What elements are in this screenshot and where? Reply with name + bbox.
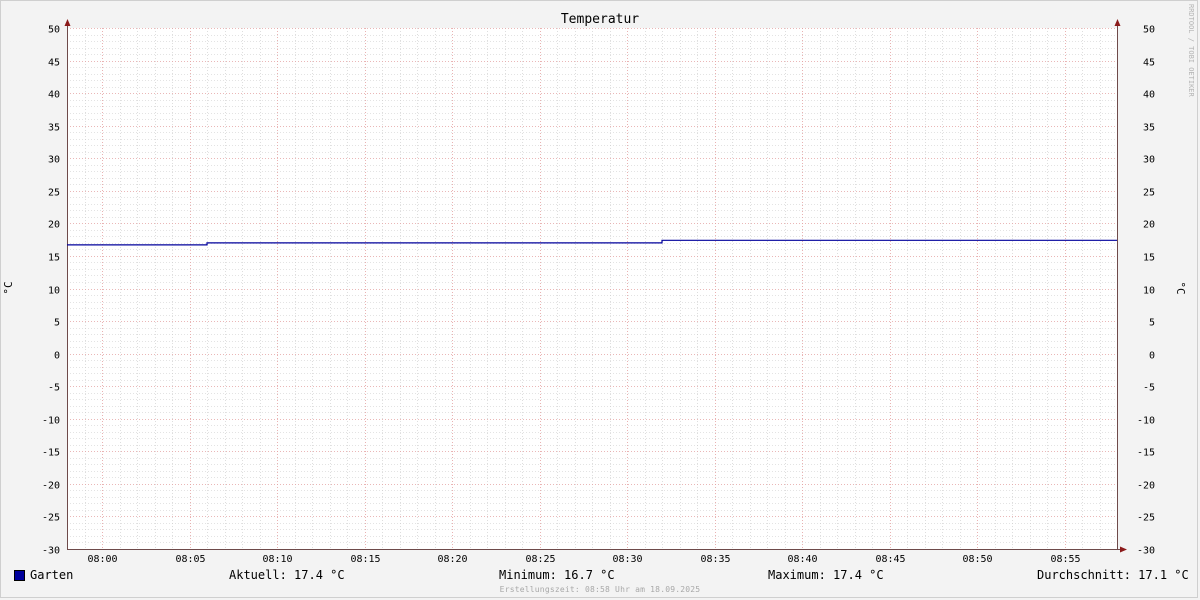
x-tick-label: 08:10 <box>262 554 292 565</box>
chart-title: Temperatur <box>561 12 639 27</box>
y-tick-label-left: -20 <box>42 481 60 492</box>
y-tick-label-right: 0 <box>1149 351 1155 362</box>
y-tick-label-left: 50 <box>48 25 60 36</box>
y-tick-label-left: -15 <box>42 448 60 459</box>
y-tick-label-left: 0 <box>54 351 60 362</box>
y-tick-label-left: 15 <box>48 253 60 264</box>
x-tick-label: 08:40 <box>787 554 817 565</box>
y-tick-label-left: 35 <box>48 123 60 134</box>
y-tick-label-right: -25 <box>1137 513 1155 524</box>
plot-background <box>67 28 1117 549</box>
legend-minimum: Minimum: 16.7 °C <box>499 568 615 582</box>
y-tick-label-right: -15 <box>1137 448 1155 459</box>
y-tick-label-right: 35 <box>1143 123 1155 134</box>
plot-area: 08:00 08:05 08:10 08:15 08:20 08:25 08:30 08:35… <box>42 19 1155 565</box>
y-tick-label-right: 10 <box>1143 286 1155 297</box>
y-tick-label-left: -25 <box>42 513 60 524</box>
x-tick-label: 08:55 <box>1050 554 1080 565</box>
footer-timestamp: Erstellungszeit: 08:58 Uhr am 18.09.2025 <box>499 585 701 594</box>
y-tick-label-right: 45 <box>1143 58 1155 69</box>
x-tick-label: 08:45 <box>875 554 905 565</box>
y-tick-label-right: 50 <box>1143 25 1155 36</box>
y-axis-label-left: °C <box>2 281 15 294</box>
y-tick-label-right: 5 <box>1149 318 1155 329</box>
x-tick-label: 08:25 <box>525 554 555 565</box>
x-tick-label: 08:35 <box>700 554 730 565</box>
y-axis-arrow-left <box>64 19 71 26</box>
y-tick-label-left: 40 <box>48 90 60 101</box>
y-axis-label-right: °C <box>1174 281 1187 294</box>
y-tick-label-right: -30 <box>1137 546 1155 557</box>
x-axis-arrow <box>1120 546 1127 553</box>
y-tick-label-right: -5 <box>1143 383 1155 394</box>
x-tick-label: 08:05 <box>175 554 205 565</box>
y-tick-label-left: 20 <box>48 220 60 231</box>
y-tick-label-left: -5 <box>48 383 60 394</box>
y-tick-label-right: -10 <box>1137 416 1155 427</box>
y-tick-label-right: 20 <box>1143 220 1155 231</box>
legend-series-name: Garten <box>30 568 74 582</box>
y-tick-label-left: -10 <box>42 416 60 427</box>
y-tick-label-left: -30 <box>42 546 60 557</box>
legend-maximum: Maximum: 17.4 °C <box>768 568 884 582</box>
legend: Garten Aktuell: 17.4 °C Minimum: 16.7 °C… <box>0 568 1200 584</box>
y-tick-label-right: 40 <box>1143 90 1155 101</box>
y-tick-label-right: -20 <box>1137 481 1155 492</box>
y-axis-arrow-right <box>1114 19 1121 26</box>
x-tick-label: 08:50 <box>962 554 992 565</box>
y-tick-label-right: 15 <box>1143 253 1155 264</box>
y-tick-label-left: 45 <box>48 58 60 69</box>
watermark: RRDTOOL / TOBI OETIKER <box>1187 4 1195 97</box>
x-tick-label: 08:15 <box>350 554 380 565</box>
y-tick-label-left: 10 <box>48 286 60 297</box>
legend-aktuell: Aktuell: 17.4 °C <box>229 568 345 582</box>
y-tick-label-left: 30 <box>48 155 60 166</box>
x-tick-label: 08:30 <box>612 554 642 565</box>
x-tick-label: 08:00 <box>87 554 117 565</box>
legend-durchschnitt: Durchschnitt: 17.1 °C <box>1037 568 1189 582</box>
x-tick-label: 08:20 <box>437 554 467 565</box>
chart-canvas: Temperatur °C °C 08:00 08:05 08:10 08:15 08:… <box>2 12 1187 565</box>
y-tick-label-right: 30 <box>1143 155 1155 166</box>
y-tick-label-left: 25 <box>48 188 60 199</box>
y-tick-label-right: 25 <box>1143 188 1155 199</box>
y-tick-label-left: 5 <box>54 318 60 329</box>
